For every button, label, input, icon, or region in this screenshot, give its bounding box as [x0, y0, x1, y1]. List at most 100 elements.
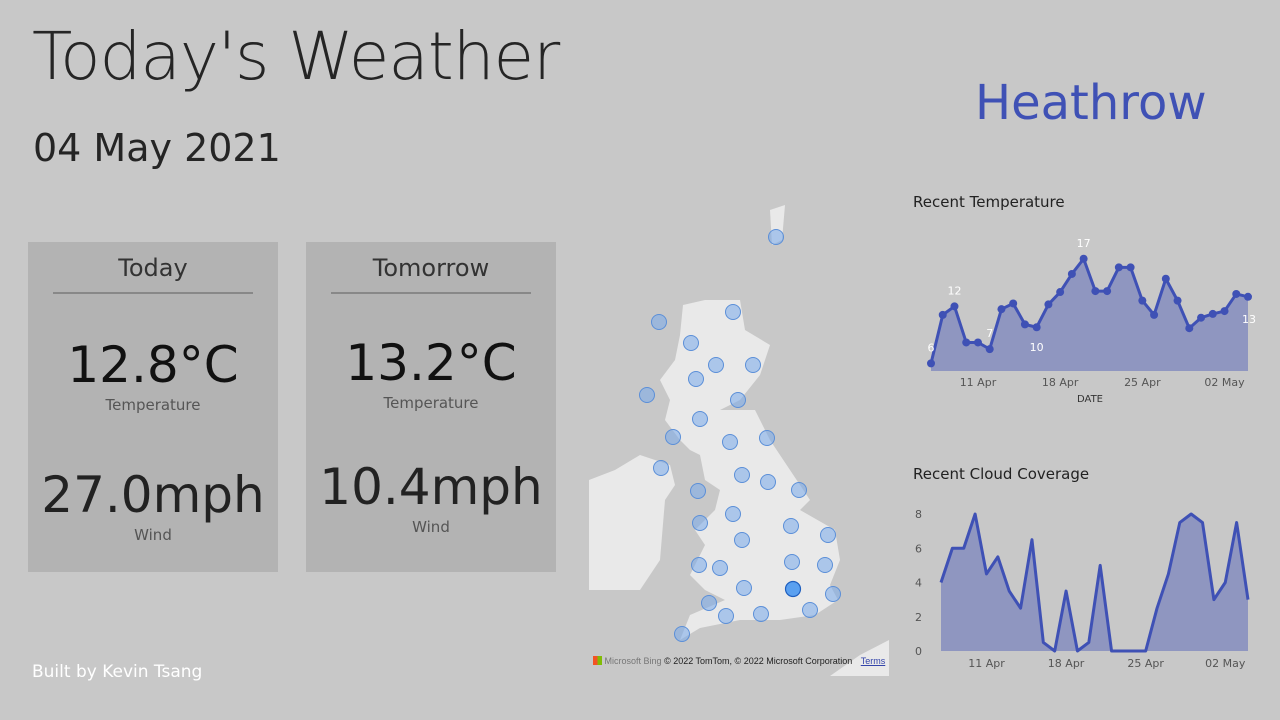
weather-station-marker[interactable] [688, 371, 704, 387]
data-label: 17 [1077, 237, 1091, 250]
weather-station-marker[interactable] [802, 602, 818, 618]
x-tick-label: 02 May [1205, 657, 1246, 670]
y-tick-label: 4 [915, 577, 922, 590]
x-tick-label: 25 Apr [1124, 376, 1161, 389]
weather-station-marker[interactable] [736, 580, 752, 596]
weather-station-marker[interactable] [760, 474, 776, 490]
weather-station-marker[interactable] [665, 429, 681, 445]
data-point [1150, 310, 1159, 319]
data-point [1044, 300, 1053, 309]
tomorrow-card: Tomorrow 13.2°C Temperature 10.4mph Wind [306, 242, 556, 572]
weather-station-marker[interactable] [712, 560, 728, 576]
weather-station-marker[interactable] [759, 430, 775, 446]
map-attribution: Microsoft Bing © 2022 TomTom, © 2022 Mic… [593, 656, 885, 666]
data-label: 7 [986, 327, 993, 340]
weather-station-marker[interactable] [791, 482, 807, 498]
data-point [973, 338, 982, 347]
weather-station-marker[interactable] [701, 595, 717, 611]
weather-station-marker[interactable] [691, 557, 707, 573]
weather-station-marker[interactable] [784, 554, 800, 570]
weather-station-marker[interactable] [783, 518, 799, 534]
data-point [997, 305, 1006, 314]
cloud-chart: 11 Apr 18 Apr 25 Apr 02 May 0 2 4 6 8 [915, 508, 1250, 670]
x-tick-label: 02 May [1204, 376, 1245, 389]
weather-station-marker[interactable] [722, 434, 738, 450]
report-date: 04 May 2021 [33, 126, 281, 170]
weather-station-marker[interactable] [690, 483, 706, 499]
tomorrow-temperature: 13.2°C [345, 334, 517, 392]
weather-station-marker[interactable] [734, 532, 750, 548]
weather-station-marker[interactable] [753, 606, 769, 622]
data-point [1056, 288, 1065, 297]
weather-station-marker[interactable] [725, 506, 741, 522]
weather-station-marker[interactable] [768, 229, 784, 245]
author-credit: Built by Kevin Tsang [32, 662, 203, 682]
data-point [962, 338, 971, 347]
microsoft-logo-icon [593, 656, 602, 665]
y-tick-label: 8 [915, 508, 922, 521]
temperature-chart: 11 Apr 18 Apr 25 Apr 02 May 6 12 7 10 17 13 DATE [927, 237, 1256, 405]
station-name: Heathrow [975, 75, 1207, 131]
data-point [1009, 299, 1018, 308]
temperature-chart-title: Recent Temperature [913, 193, 1065, 211]
today-wind: 27.0mph [41, 466, 265, 524]
data-point [1173, 296, 1182, 305]
divider [53, 292, 253, 294]
data-point [1244, 292, 1252, 301]
weather-station-marker[interactable] [825, 586, 841, 602]
data-point [1208, 309, 1217, 318]
weather-station-marker[interactable] [708, 357, 724, 373]
data-point [1161, 274, 1170, 283]
weather-station-marker[interactable] [692, 515, 708, 531]
data-label: 10 [1030, 341, 1044, 354]
card-heading: Today [118, 254, 188, 282]
weather-station-marker[interactable] [674, 626, 690, 642]
today-temperature: 12.8°C [67, 336, 239, 394]
data-point [985, 345, 994, 354]
weather-station-marker[interactable] [745, 357, 761, 373]
x-tick-label: 18 Apr [1042, 376, 1079, 389]
data-point [1079, 254, 1088, 263]
weather-station-marker[interactable] [725, 304, 741, 320]
data-label: 13 [1242, 313, 1256, 326]
data-point [1067, 269, 1076, 278]
y-tick-label: 2 [915, 611, 922, 624]
divider [331, 292, 531, 294]
x-axis-title: DATE [1077, 394, 1103, 405]
weather-station-marker[interactable] [730, 392, 746, 408]
selected-station-marker[interactable] [784, 580, 802, 598]
data-point [1126, 263, 1135, 272]
data-point [1020, 320, 1029, 329]
tomorrow-wind: 10.4mph [319, 458, 543, 516]
data-point [1197, 313, 1206, 322]
data-point [1185, 324, 1194, 333]
terms-link[interactable]: Terms [861, 656, 886, 666]
cloud-chart-title: Recent Cloud Coverage [913, 465, 1090, 483]
data-label: 12 [947, 284, 961, 297]
weather-station-marker[interactable] [718, 608, 734, 624]
wind-label: Wind [134, 526, 172, 544]
weather-station-marker[interactable] [820, 527, 836, 543]
data-point [1032, 323, 1041, 332]
temperature-label: Temperature [383, 394, 479, 412]
weather-station-marker[interactable] [817, 557, 833, 573]
data-point [1220, 307, 1229, 316]
weather-station-marker[interactable] [651, 314, 667, 330]
weather-station-marker[interactable] [734, 467, 750, 483]
weather-station-marker[interactable] [653, 460, 669, 476]
today-card: Today 12.8°C Temperature 27.0mph Wind [28, 242, 278, 572]
x-tick-label: 18 Apr [1048, 657, 1085, 670]
y-tick-label: 0 [915, 645, 922, 658]
map-copyright: © 2022 TomTom, © 2022 Microsoft Corporat… [664, 656, 853, 666]
area-fill [941, 514, 1248, 651]
weather-station-marker[interactable] [692, 411, 708, 427]
card-heading: Tomorrow [372, 254, 490, 282]
uk-map[interactable] [589, 200, 889, 676]
weather-station-marker[interactable] [639, 387, 655, 403]
x-tick-label: 11 Apr [968, 657, 1005, 670]
data-label: 6 [928, 341, 935, 354]
weather-station-marker[interactable] [683, 335, 699, 351]
map-provider: Microsoft Bing [604, 656, 662, 666]
wind-label: Wind [412, 518, 450, 536]
page-title: Today's Weather [32, 18, 560, 95]
